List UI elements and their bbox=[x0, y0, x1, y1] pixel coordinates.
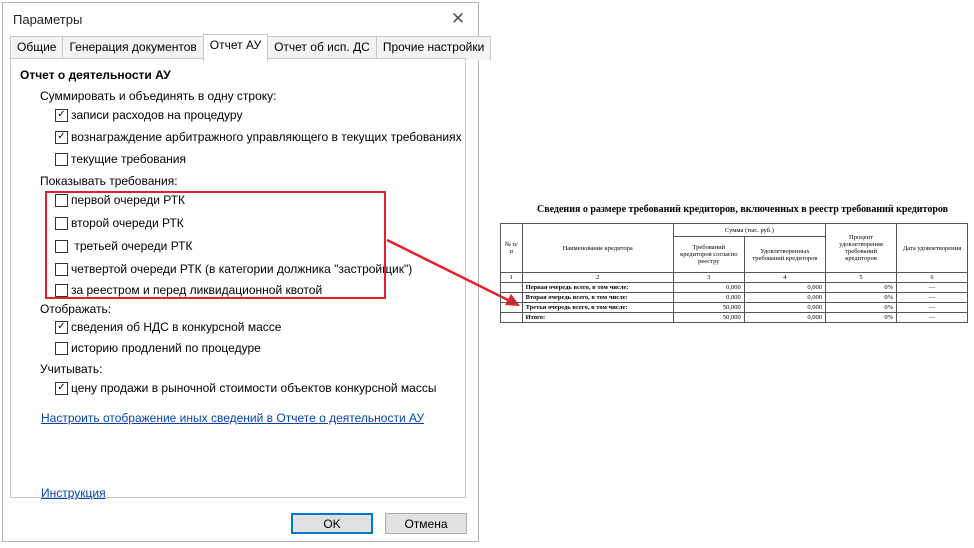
table-row: Первая очередь всего, в том числе: 0,000… bbox=[500, 282, 969, 293]
report-title: Сведения о размере требований кредиторов… bbox=[537, 204, 949, 215]
row-claims: 0,000 bbox=[672, 292, 745, 303]
header-creditor: Наименование кредитора bbox=[521, 223, 674, 273]
row-claims: 50,000 bbox=[672, 312, 745, 323]
row-name: Первая очередь всего, в том числе: bbox=[521, 282, 674, 293]
row-date: — bbox=[895, 292, 969, 303]
colnum-cell: 3 bbox=[672, 272, 745, 283]
row-percent: 0% bbox=[825, 282, 897, 293]
colnum-cell: 6 bbox=[895, 272, 969, 283]
row-percent: 0% bbox=[825, 312, 897, 323]
table-row: Итого: 50,000 0,000 0% — bbox=[500, 312, 969, 323]
row-name: Третья очередь всего, в том числе: bbox=[521, 302, 674, 313]
header-date: Дата удовлетворения bbox=[895, 223, 969, 273]
report-table: № п/п Наименование кредитора Сумма (тыс.… bbox=[500, 223, 969, 323]
colnum-cell: 5 bbox=[825, 272, 897, 283]
row-satisfied: 0,000 bbox=[743, 302, 827, 313]
row-satisfied: 0,000 bbox=[743, 292, 827, 303]
colnum-cell: 4 bbox=[743, 272, 827, 283]
colnum-cell: 2 bbox=[521, 272, 674, 283]
row-num bbox=[500, 282, 523, 293]
row-num bbox=[500, 302, 523, 313]
colnum-cell: 1 bbox=[500, 272, 523, 283]
row-name: Итого: bbox=[521, 312, 674, 323]
header-percent: Процент удовлетворения требований кредит… bbox=[825, 223, 897, 273]
row-percent: 0% bbox=[825, 302, 897, 313]
table-row: Вторая очередь всего, в том числе: 0,000… bbox=[500, 292, 969, 303]
row-claims: 0,000 bbox=[672, 282, 745, 293]
header-sum-group: Сумма (тыс. руб.) bbox=[672, 223, 827, 237]
row-satisfied: 0,000 bbox=[743, 312, 827, 323]
row-percent: 0% bbox=[825, 292, 897, 303]
row-date: — bbox=[895, 312, 969, 323]
row-num bbox=[500, 292, 523, 303]
row-claims: 50,000 bbox=[672, 302, 745, 313]
tab-au-report[interactable]: Отчет АУ bbox=[202, 34, 269, 61]
row-date: — bbox=[895, 282, 969, 293]
table-row: Третья очередь всего, в том числе: 50,00… bbox=[500, 302, 969, 313]
arrow-line bbox=[386, 238, 513, 304]
header-satisfied: Удовлетворенных требований кредиторов bbox=[743, 236, 827, 273]
header-claims: Требований кредиторов согласно реестру bbox=[672, 236, 745, 273]
row-name: Вторая очередь всего, в том числе: bbox=[521, 292, 674, 303]
header-num: № п/п bbox=[500, 223, 523, 273]
row-num bbox=[500, 312, 523, 323]
row-date: — bbox=[895, 302, 969, 313]
row-satisfied: 0,000 bbox=[743, 282, 827, 293]
